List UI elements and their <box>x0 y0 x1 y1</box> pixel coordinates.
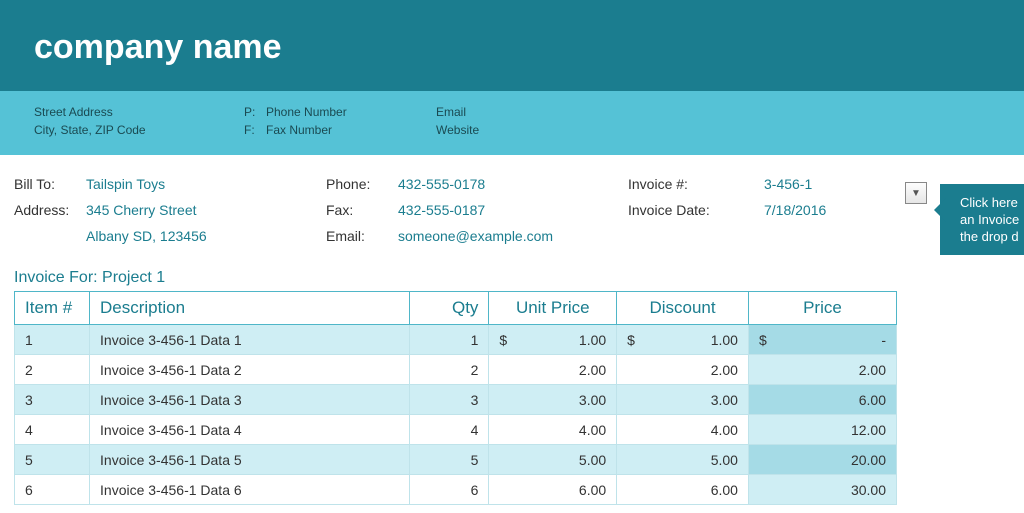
cell-discount[interactable]: 3.00 <box>617 385 749 415</box>
cell-description[interactable]: Invoice 3-456-1 Data 2 <box>90 355 410 385</box>
table-row[interactable]: 6Invoice 3-456-1 Data 666.006.0030.00 <box>15 475 897 505</box>
cell-item[interactable]: 6 <box>15 475 90 505</box>
bill-to-label: Bill To: <box>14 173 86 195</box>
table-row[interactable]: 5Invoice 3-456-1 Data 555.005.0020.00 <box>15 445 897 475</box>
header-dark: company name <box>0 0 1024 91</box>
tooltip-line1: Click here <box>960 195 1018 210</box>
cell-description[interactable]: Invoice 3-456-1 Data 6 <box>90 475 410 505</box>
table-row[interactable]: 4Invoice 3-456-1 Data 444.004.0012.00 <box>15 415 897 445</box>
invoice-no-label: Invoice #: <box>628 173 764 195</box>
invoice-no: 3-456-1 <box>764 173 884 195</box>
bill-phone: 432-555-0178 <box>398 173 628 195</box>
dropdown-tooltip: Click here an Invoice the drop d <box>940 184 1024 255</box>
email-label: Email: <box>326 225 398 247</box>
cell-price[interactable]: 12.00 <box>748 415 896 445</box>
street-address: Street Address <box>34 105 244 119</box>
cell-qty[interactable]: 1 <box>410 325 489 355</box>
bill-to-name: Tailspin Toys <box>86 173 326 195</box>
cell-unit-price[interactable]: 6.00 <box>489 475 617 505</box>
col-price[interactable]: Price <box>748 292 896 325</box>
p-label: P: <box>244 105 266 119</box>
cell-unit-price[interactable]: 2.00 <box>489 355 617 385</box>
bill-info: Bill To: Tailspin Toys Phone: 432-555-01… <box>0 155 1024 247</box>
bill-email: someone@example.com <box>398 225 628 247</box>
cell-item[interactable]: 2 <box>15 355 90 385</box>
cell-discount[interactable]: 5.00 <box>617 445 749 475</box>
cell-discount[interactable]: 2.00 <box>617 355 749 385</box>
company-name: company name <box>34 28 990 67</box>
cell-discount[interactable]: 6.00 <box>617 475 749 505</box>
invoice-date: 7/18/2016 <box>764 199 884 221</box>
cell-price[interactable]: 20.00 <box>748 445 896 475</box>
table-row[interactable]: 1Invoice 3-456-1 Data 11$1.00$1.00$- <box>15 325 897 355</box>
header-light: Street Address City, State, ZIP Code P: … <box>0 91 1024 155</box>
cell-qty[interactable]: 2 <box>410 355 489 385</box>
city-state-zip: City, State, ZIP Code <box>34 123 244 137</box>
bill-addr1: 345 Cherry Street <box>86 199 326 221</box>
cell-price[interactable]: 2.00 <box>748 355 896 385</box>
cell-price[interactable]: 6.00 <box>748 385 896 415</box>
cell-description[interactable]: Invoice 3-456-1 Data 4 <box>90 415 410 445</box>
table-row[interactable]: 2Invoice 3-456-1 Data 222.002.002.00 <box>15 355 897 385</box>
col-unit-price[interactable]: Unit Price <box>489 292 617 325</box>
bill-addr2: Albany SD, 123456 <box>86 225 326 247</box>
tooltip-line3: the drop d <box>960 229 1019 244</box>
invoice-for-heading: Invoice For: Project 1 <box>0 251 1024 291</box>
address-label: Address: <box>14 199 86 221</box>
cell-qty[interactable]: 3 <box>410 385 489 415</box>
table-row[interactable]: 3Invoice 3-456-1 Data 333.003.006.00 <box>15 385 897 415</box>
email-placeholder: Email <box>436 105 616 119</box>
cell-unit-price[interactable]: 5.00 <box>489 445 617 475</box>
col-qty[interactable]: Qty <box>410 292 489 325</box>
fax-placeholder: Fax Number <box>266 123 436 137</box>
cell-description[interactable]: Invoice 3-456-1 Data 1 <box>90 325 410 355</box>
cell-item[interactable]: 5 <box>15 445 90 475</box>
cell-discount[interactable]: 4.00 <box>617 415 749 445</box>
col-item[interactable]: Item # <box>15 292 90 325</box>
cell-item[interactable]: 4 <box>15 415 90 445</box>
cell-discount[interactable]: $1.00 <box>617 325 749 355</box>
invoice-table: Item # Description Qty Unit Price Discou… <box>14 291 897 505</box>
f-label: F: <box>244 123 266 137</box>
cell-qty[interactable]: 4 <box>410 415 489 445</box>
website-placeholder: Website <box>436 123 616 137</box>
tooltip-line2: an Invoice <box>960 212 1019 227</box>
invoice-date-label: Invoice Date: <box>628 199 764 221</box>
fax-label: Fax: <box>326 199 398 221</box>
bill-fax: 432-555-0187 <box>398 199 628 221</box>
cell-price[interactable]: 30.00 <box>748 475 896 505</box>
phone-placeholder: Phone Number <box>266 105 436 119</box>
cell-description[interactable]: Invoice 3-456-1 Data 3 <box>90 385 410 415</box>
cell-price[interactable]: $- <box>748 325 896 355</box>
cell-item[interactable]: 3 <box>15 385 90 415</box>
col-description[interactable]: Description <box>90 292 410 325</box>
cell-qty[interactable]: 5 <box>410 445 489 475</box>
phone-label: Phone: <box>326 173 398 195</box>
cell-qty[interactable]: 6 <box>410 475 489 505</box>
cell-description[interactable]: Invoice 3-456-1 Data 5 <box>90 445 410 475</box>
cell-item[interactable]: 1 <box>15 325 90 355</box>
col-discount[interactable]: Discount <box>617 292 749 325</box>
cell-unit-price[interactable]: 3.00 <box>489 385 617 415</box>
cell-unit-price[interactable]: $1.00 <box>489 325 617 355</box>
chevron-down-icon: ▼ <box>911 188 921 199</box>
cell-unit-price[interactable]: 4.00 <box>489 415 617 445</box>
